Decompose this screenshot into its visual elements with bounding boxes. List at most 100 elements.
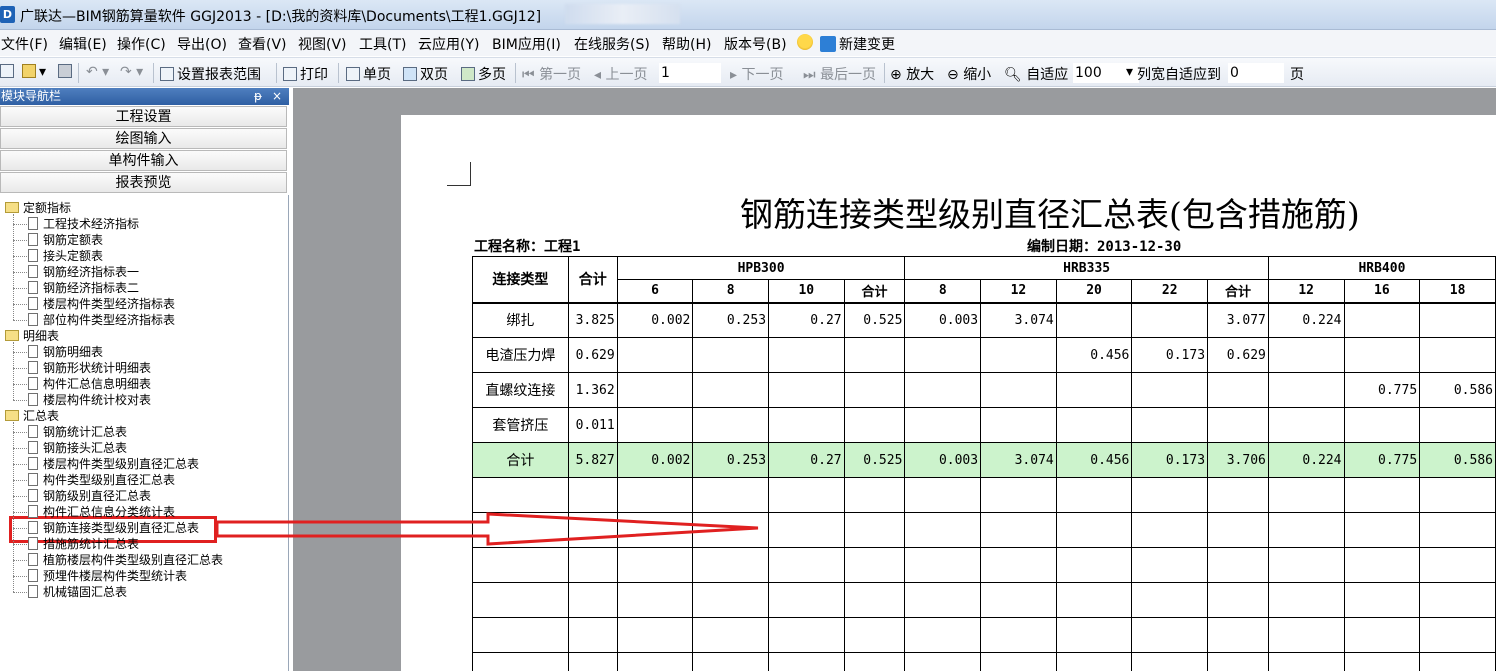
- nav-tab-drawing-input[interactable]: 绘图输入: [0, 128, 287, 149]
- menu-bim[interactable]: BIM应用(I): [492, 34, 561, 54]
- undo-button[interactable]: ↶ ▾: [86, 64, 109, 80]
- menu-file[interactable]: 文件(F): [1, 34, 48, 54]
- menu-version[interactable]: 版本号(B): [724, 34, 787, 54]
- menu-tools[interactable]: 工具(T): [359, 34, 406, 54]
- tree-item[interactable]: 钢筋接头汇总表: [28, 440, 127, 456]
- document-icon: [28, 457, 38, 470]
- menu-online-service[interactable]: 在线服务(S): [574, 34, 650, 54]
- zoom-dropdown-icon[interactable]: ▾: [1126, 64, 1133, 80]
- table-cell: 0.011: [567, 407, 618, 443]
- save-button[interactable]: [58, 64, 75, 80]
- tree-item[interactable]: 楼层构件统计校对表: [28, 392, 151, 408]
- zoom-out-button[interactable]: ⊖ 缩小: [947, 64, 991, 84]
- table-row-empty: [472, 477, 1496, 513]
- compile-date: 编制日期：2013-12-30: [1027, 239, 1182, 255]
- tree-item[interactable]: 部位构件类型经济指标表: [28, 312, 175, 328]
- tree-group-label: 定额指标: [23, 201, 72, 215]
- tree-connector: [13, 464, 27, 465]
- project-name: 工程名称：工程1: [474, 239, 581, 255]
- table-cell: [472, 582, 569, 618]
- menu-edit[interactable]: 编辑(E): [59, 34, 107, 54]
- nav-tab-single-component-input[interactable]: 单构件输入: [0, 150, 287, 171]
- tree-item[interactable]: 工程技术经济指标: [28, 216, 139, 232]
- next-page-button[interactable]: ▸ 下一页: [730, 64, 783, 84]
- header-cell: 合计: [567, 256, 618, 303]
- table-cell: [1131, 372, 1209, 408]
- tree-item[interactable]: 楼层构件类型级别直径汇总表: [28, 456, 199, 472]
- menu-operate[interactable]: 操作(C): [117, 34, 166, 54]
- print-button[interactable]: 打印: [283, 64, 328, 84]
- next-page-icon: ▸: [730, 67, 738, 83]
- table-cell: [1055, 301, 1133, 338]
- app-logo-icon: D: [0, 6, 15, 23]
- tree-item[interactable]: 措施筋统计汇总表: [28, 536, 139, 552]
- multi-page-button[interactable]: 多页: [461, 64, 506, 84]
- new-file-button[interactable]: [0, 64, 17, 80]
- tree-item[interactable]: 钢筋统计汇总表: [28, 424, 127, 440]
- redo-button[interactable]: ↷ ▾: [120, 64, 143, 80]
- tree-item[interactable]: 钢筋经济指标表二: [28, 280, 139, 296]
- table-cell: [616, 372, 694, 408]
- tree-group[interactable]: 定额指标: [5, 200, 71, 216]
- tree-item-label: 钢筋形状统计明细表: [43, 361, 152, 375]
- table-cell: [904, 652, 982, 671]
- tree-item[interactable]: 钢筋经济指标表一: [28, 264, 139, 280]
- menu-view[interactable]: 查看(V): [238, 34, 287, 54]
- menu-export[interactable]: 导出(O): [177, 34, 227, 54]
- tree-item[interactable]: 钢筋定额表: [28, 232, 103, 248]
- tree-item[interactable]: 构件汇总信息明细表: [28, 376, 151, 392]
- title-bar: D 广联达—BIM钢筋算量软件 GGJ2013 - [D:\我的资料库\Docu…: [0, 0, 1496, 30]
- menu-cloud[interactable]: 云应用(Y): [418, 34, 479, 54]
- pin-icon[interactable]: ᵽ: [254, 88, 262, 105]
- double-page-label: 双页: [420, 67, 448, 83]
- table-subheader-row: 6 8 10 合计 8 12 20 22 合计 12 16 18: [473, 279, 1496, 303]
- tree-item[interactable]: 预埋件楼层构件类型统计表: [28, 568, 187, 584]
- document-icon: [28, 281, 38, 294]
- double-page-button[interactable]: 双页: [403, 64, 448, 84]
- column-fit-input[interactable]: 0: [1228, 63, 1284, 83]
- page-number-input[interactable]: 1: [659, 63, 721, 83]
- nav-tab-project-settings[interactable]: 工程设置: [0, 106, 287, 127]
- tree-item[interactable]: 钢筋级别直径汇总表: [28, 488, 151, 504]
- table-cell: [980, 582, 1057, 618]
- prev-page-button[interactable]: ◂ 上一页: [594, 64, 647, 84]
- tree-item[interactable]: 植筋楼层构件类型级别直径汇总表: [28, 552, 223, 568]
- tree-item[interactable]: 钢筋形状统计明细表: [28, 360, 151, 376]
- crop-mark: [447, 185, 471, 186]
- tree-item[interactable]: 机械锚固汇总表: [28, 584, 127, 600]
- zoom-in-button[interactable]: ⊕ 放大: [890, 64, 934, 84]
- next-page-label: 下一页: [741, 67, 784, 83]
- set-report-range-button[interactable]: 设置报表范围: [160, 64, 261, 84]
- tree-item-label: 钢筋经济指标表一: [43, 265, 140, 279]
- last-page-icon: ⏭: [803, 67, 816, 83]
- tree-item[interactable]: 接头定额表: [28, 248, 103, 264]
- nav-tab-report-preview[interactable]: 报表预览: [0, 172, 287, 193]
- new-file-icon: [0, 64, 14, 78]
- tree-item[interactable]: 构件汇总信息分类统计表: [28, 504, 175, 520]
- tree-connector: [13, 480, 27, 481]
- tree-group-label: 明细表: [23, 329, 60, 343]
- single-page-label: 单页: [363, 67, 391, 83]
- face-icon-button[interactable]: [797, 34, 816, 51]
- single-page-button[interactable]: 单页: [346, 64, 391, 84]
- header-group-cell: HRB335: [904, 256, 1269, 280]
- table-cell: [1207, 617, 1269, 653]
- tree-item[interactable]: 楼层构件类型经济指标表: [28, 296, 175, 312]
- new-change-icon: [820, 36, 836, 52]
- last-page-button[interactable]: ⏭ 最后一页: [803, 64, 876, 84]
- open-file-button[interactable]: ▾: [22, 64, 46, 80]
- prev-page-icon: ◂: [594, 67, 602, 83]
- menu-help[interactable]: 帮助(H): [662, 34, 711, 54]
- folder-icon: [5, 202, 19, 213]
- close-icon[interactable]: ×: [272, 88, 282, 105]
- table-cell: 0.27: [768, 442, 845, 478]
- tree-item[interactable]: 钢筋明细表: [28, 344, 103, 360]
- tree-item[interactable]: 钢筋连接类型级别直径汇总表: [28, 520, 199, 536]
- table-cell: 0.456: [1055, 337, 1133, 373]
- first-page-button[interactable]: ⏮ 第一页: [522, 64, 581, 84]
- tree-item-label: 钢筋级别直径汇总表: [43, 489, 152, 503]
- menu-window-view[interactable]: 视图(V): [298, 34, 347, 54]
- tree-item[interactable]: 构件类型级别直径汇总表: [28, 472, 175, 488]
- fit-button[interactable]: 🔍︎ 自适应: [1004, 64, 1068, 84]
- new-change-button[interactable]: 新建变更: [820, 34, 895, 54]
